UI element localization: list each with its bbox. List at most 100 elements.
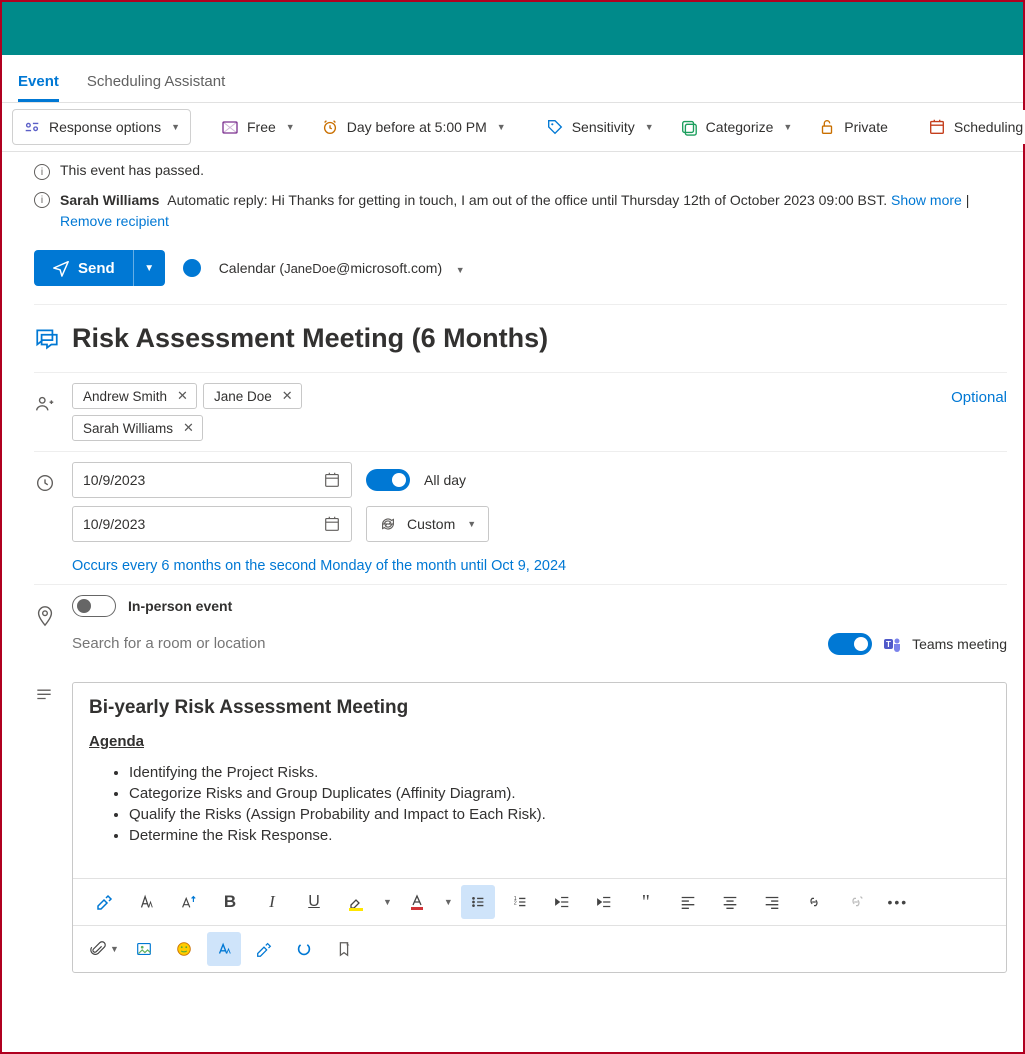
chevron-down-icon[interactable]: ▼ xyxy=(444,897,453,907)
numbered-list-icon[interactable]: 12 xyxy=(503,885,537,919)
quote-icon[interactable]: " xyxy=(629,885,663,919)
agenda-item: Identifying the Project Risks. xyxy=(129,764,990,781)
reminder-label: Day before at 5:00 PM xyxy=(347,119,487,135)
format-toolbar: B I U ▼ ▼ 12 " ••• xyxy=(73,878,1006,925)
optional-toggle-link[interactable]: Optional xyxy=(951,383,1007,406)
decrease-indent-icon[interactable] xyxy=(545,885,579,919)
reminder-button[interactable]: Day before at 5:00 PM ▼ xyxy=(311,110,516,144)
busy-status-button[interactable]: Free ▼ xyxy=(211,110,305,144)
window-title-bar xyxy=(2,2,1023,55)
recurrence-label: Custom xyxy=(407,516,455,532)
in-person-toggle[interactable] xyxy=(72,595,116,617)
font-family-icon[interactable] xyxy=(129,885,163,919)
end-date-value: 10/9/2023 xyxy=(83,516,145,532)
event-title-input[interactable] xyxy=(72,315,1007,362)
font-color-icon[interactable] xyxy=(400,885,434,919)
people-icon[interactable] xyxy=(34,383,58,415)
alarm-clock-icon xyxy=(321,118,339,136)
loop-component-icon[interactable] xyxy=(287,932,321,966)
tab-scheduling-assistant[interactable]: Scheduling Assistant xyxy=(87,65,225,102)
insert-link-icon[interactable] xyxy=(797,885,831,919)
editor-options-icon[interactable] xyxy=(327,932,361,966)
emoji-icon[interactable] xyxy=(167,932,201,966)
chevron-down-icon: ▼ xyxy=(110,944,119,954)
event-passed-text: This event has passed. xyxy=(60,162,204,178)
chevron-down-icon: ▼ xyxy=(467,519,476,529)
agenda-label: Agenda xyxy=(89,733,990,750)
calendar-user: JaneDoe xyxy=(284,261,336,276)
attach-file-icon[interactable]: ▼ xyxy=(87,932,121,966)
more-options-icon[interactable]: ••• xyxy=(881,885,915,919)
main-tabs: Event Scheduling Assistant xyxy=(2,55,1023,103)
calendar-label-prefix: Calendar ( xyxy=(219,260,284,276)
tab-event[interactable]: Event xyxy=(18,65,59,102)
pipe: | xyxy=(966,192,970,208)
chevron-down-icon[interactable]: ▼ xyxy=(383,897,392,907)
insert-toolbar: ▼ xyxy=(73,925,1006,972)
remove-chip-icon[interactable]: ✕ xyxy=(282,388,293,404)
attendee-chip: Jane Doe ✕ xyxy=(203,383,302,409)
remove-recipient-link[interactable]: Remove recipient xyxy=(60,213,169,229)
increase-indent-icon[interactable] xyxy=(587,885,621,919)
editor-content[interactable]: Bi-yearly Risk Assessment Meeting Agenda… xyxy=(73,683,1006,878)
response-options-icon xyxy=(23,118,41,136)
categorize-button[interactable]: Categorize ▼ xyxy=(670,110,803,144)
busy-status-label: Free xyxy=(247,119,276,135)
align-center-icon[interactable] xyxy=(713,885,747,919)
teams-icon: T xyxy=(882,634,902,654)
insert-picture-icon[interactable] xyxy=(127,932,161,966)
info-icon: i xyxy=(34,164,50,180)
chevron-down-icon: ▼ xyxy=(171,122,180,132)
signature-icon[interactable] xyxy=(247,932,281,966)
free-status-icon xyxy=(221,118,239,136)
description-editor: Bi-yearly Risk Assessment Meeting Agenda… xyxy=(72,682,1007,973)
calendar-selector[interactable]: Calendar (JaneDoe@microsoft.com) ▼ xyxy=(219,260,465,276)
align-right-icon[interactable] xyxy=(755,885,789,919)
format-painter-icon[interactable] xyxy=(87,885,121,919)
end-date-input[interactable]: 10/9/2023 xyxy=(72,506,352,542)
font-size-icon[interactable] xyxy=(171,885,205,919)
optional-attendees[interactable]: Sarah Williams ✕ xyxy=(72,415,1007,441)
attendee-name: Sarah Williams xyxy=(83,421,173,436)
highlight-color-icon[interactable] xyxy=(339,885,373,919)
sensitivity-label: Sensitivity xyxy=(572,119,635,135)
recurrence-summary-link[interactable]: Occurs every 6 months on the second Mond… xyxy=(72,550,1007,574)
agenda-item: Categorize Risks and Group Duplicates (A… xyxy=(129,785,990,802)
private-button[interactable]: Private xyxy=(808,110,898,144)
calendar-color-dot xyxy=(183,259,201,277)
sensitivity-button[interactable]: Sensitivity ▼ xyxy=(536,110,664,144)
send-button-group: Send ▼ xyxy=(34,250,165,286)
recurrence-dropdown[interactable]: Custom ▼ xyxy=(366,506,489,542)
auto-reply-text: Automatic reply: Hi Thanks for getting i… xyxy=(167,192,887,208)
italic-icon[interactable]: I xyxy=(255,885,289,919)
location-input[interactable] xyxy=(72,625,472,662)
align-left-icon[interactable] xyxy=(671,885,705,919)
all-day-toggle[interactable] xyxy=(366,469,410,491)
response-options-button[interactable]: Response options ▼ xyxy=(12,109,191,145)
calendar-picker-icon[interactable] xyxy=(323,515,341,533)
agenda-item: Determine the Risk Response. xyxy=(129,827,990,844)
show-more-link[interactable]: Show more xyxy=(891,192,962,208)
remove-chip-icon[interactable]: ✕ xyxy=(183,420,194,436)
remove-chip-icon[interactable]: ✕ xyxy=(177,388,188,404)
send-split-button[interactable]: ▼ xyxy=(133,250,165,286)
send-label: Send xyxy=(78,260,115,277)
svg-text:T: T xyxy=(886,640,891,649)
teams-meeting-label: Teams meeting xyxy=(912,636,1007,652)
scheduling-label: Scheduling xyxy=(954,119,1023,135)
auto-reply-banner: i Sarah Williams Automatic reply: Hi Tha… xyxy=(34,190,1007,242)
info-icon: i xyxy=(34,192,50,208)
teams-meeting-toggle[interactable] xyxy=(828,633,872,655)
calendar-picker-icon[interactable] xyxy=(323,471,341,489)
send-button[interactable]: Send xyxy=(34,250,133,286)
start-date-input[interactable]: 10/9/2023 xyxy=(72,462,352,498)
required-attendees[interactable]: Andrew Smith ✕ Jane Doe ✕ xyxy=(72,383,302,409)
bold-icon[interactable]: B xyxy=(213,885,247,919)
underline-icon[interactable]: U xyxy=(297,885,331,919)
show-formatting-icon[interactable] xyxy=(207,932,241,966)
in-person-label: In-person event xyxy=(128,598,232,614)
ribbon-toolbar: Response options ▼ Free ▼ Day before at … xyxy=(2,103,1023,152)
scheduling-toolbar-button[interactable]: Scheduling xyxy=(918,110,1025,144)
chevron-down-icon: ▼ xyxy=(456,265,465,275)
bullet-list-icon[interactable] xyxy=(461,885,495,919)
